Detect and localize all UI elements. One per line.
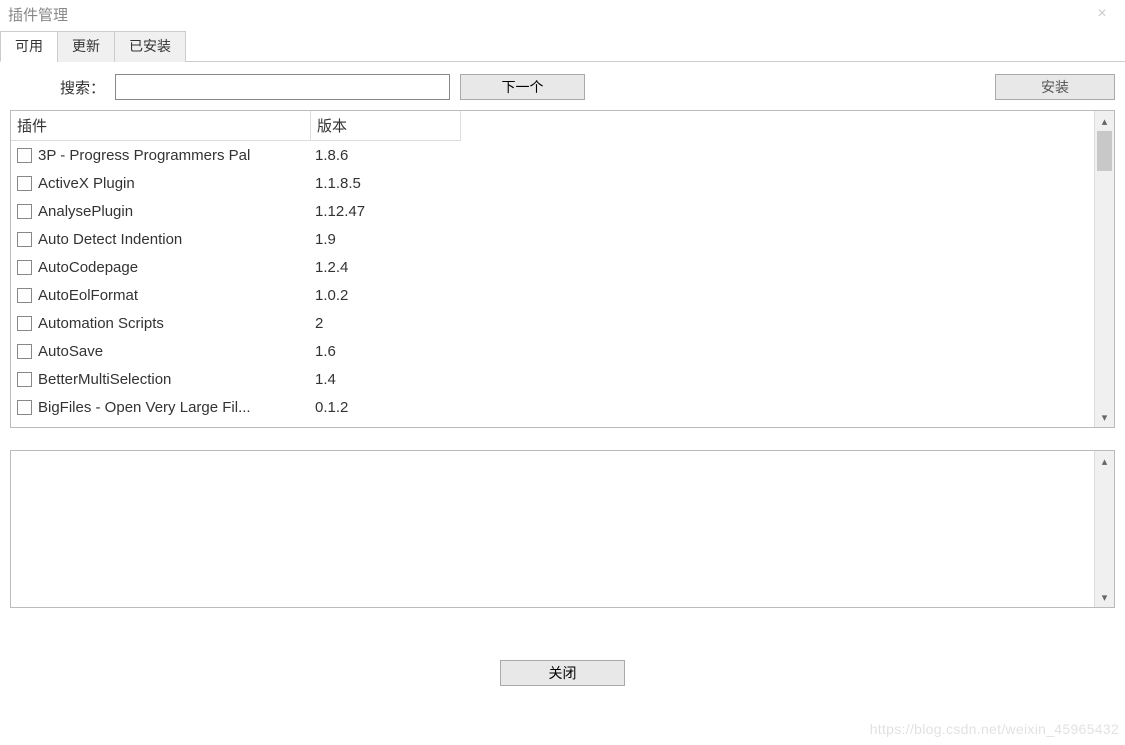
search-label: 搜索： bbox=[60, 77, 105, 98]
plugin-name: Auto Detect Indention bbox=[38, 231, 182, 248]
plugin-checkbox[interactable] bbox=[17, 288, 32, 303]
table-row[interactable]: Automation Scripts 2 bbox=[11, 309, 1094, 337]
plugin-checkbox[interactable] bbox=[17, 260, 32, 275]
plugin-version: 1.2.4 bbox=[311, 259, 461, 276]
window-title: 插件管理 bbox=[8, 4, 68, 25]
tab-available[interactable]: 可用 bbox=[0, 31, 58, 62]
tab-installed[interactable]: 已安装 bbox=[114, 31, 186, 62]
table-row[interactable]: Bookmarks@Dook 2.1 bbox=[11, 421, 1094, 427]
plugin-name: BigFiles - Open Very Large Fil... bbox=[38, 399, 251, 416]
plugin-checkbox[interactable] bbox=[17, 204, 32, 219]
titlebar: 插件管理 × bbox=[0, 0, 1125, 28]
plugin-checkbox[interactable] bbox=[17, 400, 32, 415]
plugin-name: ActiveX Plugin bbox=[38, 175, 135, 192]
list-scrollbar[interactable]: ▴ ▾ bbox=[1094, 111, 1114, 427]
table-row[interactable]: ActiveX Plugin 1.1.8.5 bbox=[11, 169, 1094, 197]
plugin-checkbox[interactable] bbox=[17, 232, 32, 247]
plugin-name: 3P - Progress Programmers Pal bbox=[38, 147, 250, 164]
tab-update[interactable]: 更新 bbox=[57, 31, 115, 62]
table-row[interactable]: 3P - Progress Programmers Pal 1.8.6 bbox=[11, 141, 1094, 169]
watermark: https://blog.csdn.net/weixin_45965432 bbox=[870, 721, 1119, 737]
scroll-down-icon[interactable]: ▾ bbox=[1095, 407, 1114, 427]
plugin-version: 1.4 bbox=[311, 371, 461, 388]
plugin-rows: 3P - Progress Programmers Pal 1.8.6 Active… bbox=[11, 141, 1094, 427]
table-row[interactable]: AnalysePlugin 1.12.47 bbox=[11, 197, 1094, 225]
close-button[interactable]: 关闭 bbox=[500, 660, 625, 686]
plugin-checkbox[interactable] bbox=[17, 176, 32, 191]
tab-bar: 可用 更新 已安装 bbox=[0, 30, 1125, 62]
description-box: ▴ ▾ bbox=[10, 450, 1115, 608]
description-text bbox=[11, 451, 1094, 607]
column-headers: 插件 版本 bbox=[11, 111, 1094, 141]
plugin-checkbox[interactable] bbox=[17, 344, 32, 359]
table-row[interactable]: AutoCodepage 1.2.4 bbox=[11, 253, 1094, 281]
search-input[interactable] bbox=[115, 74, 450, 100]
plugin-list: 插件 版本 3P - Progress Programmers Pal 1.8.6… bbox=[10, 110, 1115, 428]
plugin-version: 2 bbox=[311, 315, 461, 332]
scroll-up-icon[interactable]: ▴ bbox=[1095, 451, 1114, 471]
plugin-name: AutoSave bbox=[38, 343, 103, 360]
plugin-version: 2.1 bbox=[311, 427, 461, 428]
toolbar: 搜索： 下一个 安装 bbox=[10, 74, 1115, 100]
plugin-name: Bookmarks@Dook bbox=[38, 427, 163, 428]
plugin-version: 1.8.6 bbox=[311, 147, 461, 164]
plugin-name: BetterMultiSelection bbox=[38, 371, 171, 388]
scroll-down-icon[interactable]: ▾ bbox=[1095, 587, 1114, 607]
plugin-name: AnalysePlugin bbox=[38, 203, 133, 220]
install-button[interactable]: 安装 bbox=[995, 74, 1115, 100]
plugin-version: 1.1.8.5 bbox=[311, 175, 461, 192]
plugin-name: AutoEolFormat bbox=[38, 287, 138, 304]
tab-content: 搜索： 下一个 安装 插件 版本 3P - Progress Programme… bbox=[0, 62, 1125, 618]
table-row[interactable]: Auto Detect Indention 1.9 bbox=[11, 225, 1094, 253]
scroll-thumb[interactable] bbox=[1097, 131, 1112, 171]
table-row[interactable]: AutoSave 1.6 bbox=[11, 337, 1094, 365]
plugin-checkbox[interactable] bbox=[17, 148, 32, 163]
table-row[interactable]: AutoEolFormat 1.0.2 bbox=[11, 281, 1094, 309]
plugin-checkbox[interactable] bbox=[17, 316, 32, 331]
next-button[interactable]: 下一个 bbox=[460, 74, 585, 100]
close-icon[interactable]: × bbox=[1087, 2, 1117, 26]
desc-scrollbar[interactable]: ▴ ▾ bbox=[1094, 451, 1114, 607]
col-header-version[interactable]: 版本 bbox=[311, 111, 461, 141]
plugin-name: AutoCodepage bbox=[38, 259, 138, 276]
plugin-version: 1.6 bbox=[311, 343, 461, 360]
col-header-plugin[interactable]: 插件 bbox=[11, 111, 311, 141]
scroll-up-icon[interactable]: ▴ bbox=[1095, 111, 1114, 131]
plugin-name: Automation Scripts bbox=[38, 315, 164, 332]
scroll-track[interactable] bbox=[1095, 471, 1114, 587]
plugin-version: 1.9 bbox=[311, 231, 461, 248]
footer: 关闭 bbox=[0, 660, 1125, 686]
plugin-version: 0.1.2 bbox=[311, 399, 461, 416]
plugin-checkbox[interactable] bbox=[17, 372, 32, 387]
table-row[interactable]: BetterMultiSelection 1.4 bbox=[11, 365, 1094, 393]
scroll-track[interactable] bbox=[1095, 131, 1114, 407]
plugin-version: 1.12.47 bbox=[311, 203, 461, 220]
table-row[interactable]: BigFiles - Open Very Large Fil... 0.1.2 bbox=[11, 393, 1094, 421]
plugin-version: 1.0.2 bbox=[311, 287, 461, 304]
